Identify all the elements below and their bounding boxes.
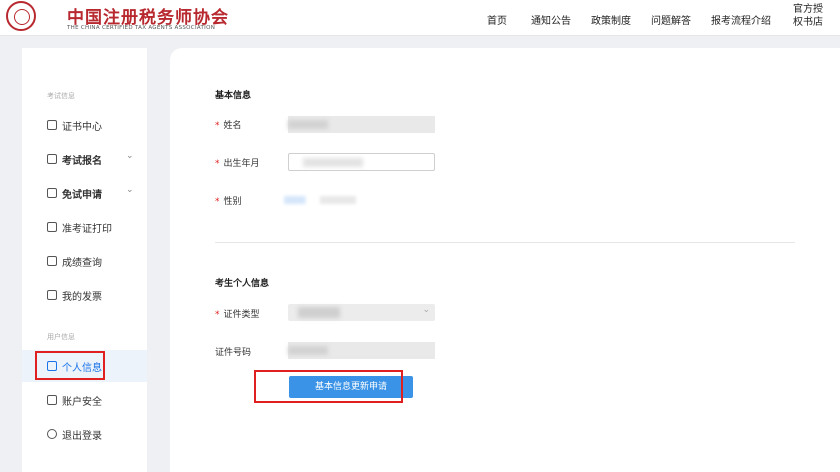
sidebar-item-label: 免试申请 (62, 190, 102, 201)
edit-icon (47, 188, 57, 198)
nav-faq[interactable]: 问题解答 (651, 12, 691, 27)
certificate-icon (47, 120, 57, 130)
score-icon (47, 256, 57, 266)
section-divider (215, 242, 795, 243)
sidebar-item-label: 准考证打印 (62, 224, 112, 235)
personal-info-heading: 考生个人信息 (215, 279, 270, 289)
profile-form-card (170, 48, 840, 472)
site-subtitle: THE CHINA CERTIFIED TAX AGENTS ASSOCIATI… (67, 25, 216, 31)
sidebar-item-label: 退出登录 (62, 431, 102, 442)
sidebar-item-invoices[interactable]: 我的发票 (22, 279, 147, 311)
id-type-label-text: 证件类型 (223, 310, 260, 320)
sidebar-item-logout[interactable]: 退出登录 (22, 418, 147, 450)
chevron-down-icon: ⌄ (422, 305, 430, 315)
nav-official-bookstore[interactable]: 官方授权书店 (792, 3, 824, 29)
power-icon (47, 429, 57, 439)
sidebar-item-admission-print[interactable]: 准考证打印 (22, 211, 147, 243)
nav-notices[interactable]: 通知公告 (531, 12, 571, 27)
name-field (288, 116, 435, 133)
birth-label-text: 出生年月 (223, 159, 260, 169)
sidebar-item-registration[interactable]: 考试报名 ⌄ (22, 143, 147, 175)
birth-date-input[interactable] (288, 153, 435, 171)
gender-label: * 性别 (215, 194, 242, 207)
site-header: 中国注册税务师协会 THE CHINA CERTIFIED TAX AGENTS… (0, 0, 840, 36)
name-label: * 姓名 (215, 118, 242, 131)
id-type-label: * 证件类型 (215, 307, 260, 320)
chevron-down-icon[interactable]: ⌄ (126, 151, 134, 161)
highlight-box-submit (254, 370, 403, 403)
sidebar-item-label: 证书中心 (62, 122, 102, 133)
required-mark: * (215, 159, 220, 169)
required-mark: * (215, 197, 220, 207)
sidebar-group-user: 用户信息 (47, 333, 75, 341)
nav-home[interactable]: 首页 (487, 12, 507, 27)
gender-radio-group[interactable] (284, 196, 356, 204)
gender-label-text: 性别 (223, 197, 242, 207)
sidebar-item-scores[interactable]: 成绩查询 (22, 245, 147, 277)
required-mark: * (215, 121, 220, 131)
printer-icon (47, 222, 57, 232)
registration-icon (47, 154, 57, 164)
sidebar-item-label: 账户安全 (62, 397, 102, 408)
chevron-down-icon[interactable]: ⌄ (126, 185, 134, 195)
sidebar-item-label: 成绩查询 (62, 258, 102, 269)
sidebar-item-label: 考试报名 (62, 156, 102, 167)
sidebar-item-exemption[interactable]: 免试申请 ⌄ (22, 177, 147, 209)
shield-icon (47, 395, 57, 405)
sidebar: 考试信息 证书中心 考试报名 ⌄ 免试申请 ⌄ 准考证打印 成绩查询 我的发票 … (22, 48, 147, 472)
sidebar-group-exam: 考试信息 (47, 92, 75, 100)
sidebar-item-certificates[interactable]: 证书中心 (22, 109, 147, 141)
sidebar-item-security[interactable]: 账户安全 (22, 384, 147, 416)
required-mark: * (215, 310, 220, 320)
nav-exam-process[interactable]: 报考流程介绍 (711, 12, 771, 27)
id-number-field (288, 342, 435, 359)
name-label-text: 姓名 (223, 121, 242, 131)
basic-info-heading: 基本信息 (215, 91, 252, 101)
id-number-label: 证件号码 (215, 348, 252, 358)
invoice-icon (47, 290, 57, 300)
sidebar-item-label: 我的发票 (62, 292, 102, 303)
id-type-select[interactable]: ⌄ (288, 304, 435, 321)
nav-policies[interactable]: 政策制度 (591, 12, 631, 27)
association-seal-icon[interactable] (6, 1, 36, 31)
birth-label: * 出生年月 (215, 156, 260, 169)
highlight-box-profile (35, 351, 105, 380)
